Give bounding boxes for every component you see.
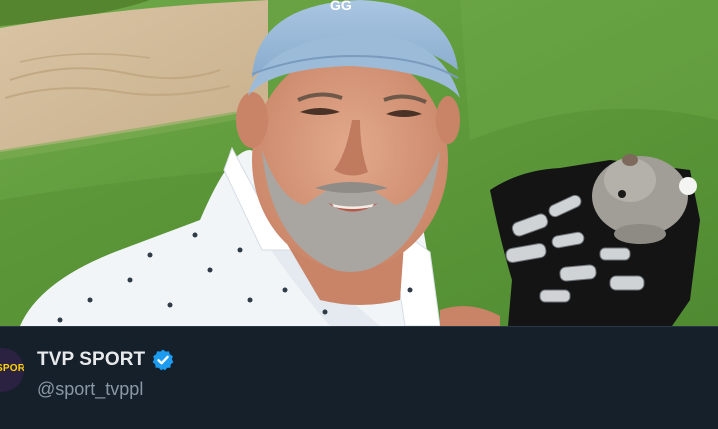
verified-badge-icon (151, 348, 175, 372)
author-avatar[interactable]: SPORT (0, 348, 24, 392)
post-photo[interactable]: GG (0, 0, 718, 326)
author-handle[interactable]: @sport_tvppl (37, 379, 143, 400)
author-display-name[interactable]: TVP SPORT (37, 349, 145, 371)
svg-text:GG: GG (330, 0, 352, 13)
author-name-row: TVP SPORT (37, 348, 175, 372)
tweet-card: GG SPORT TVP SPORT (0, 0, 718, 429)
author-bar: SPORT TVP SPORT @sport_tvppl (0, 326, 718, 429)
avatar-logo-text: SPORT (0, 363, 24, 374)
